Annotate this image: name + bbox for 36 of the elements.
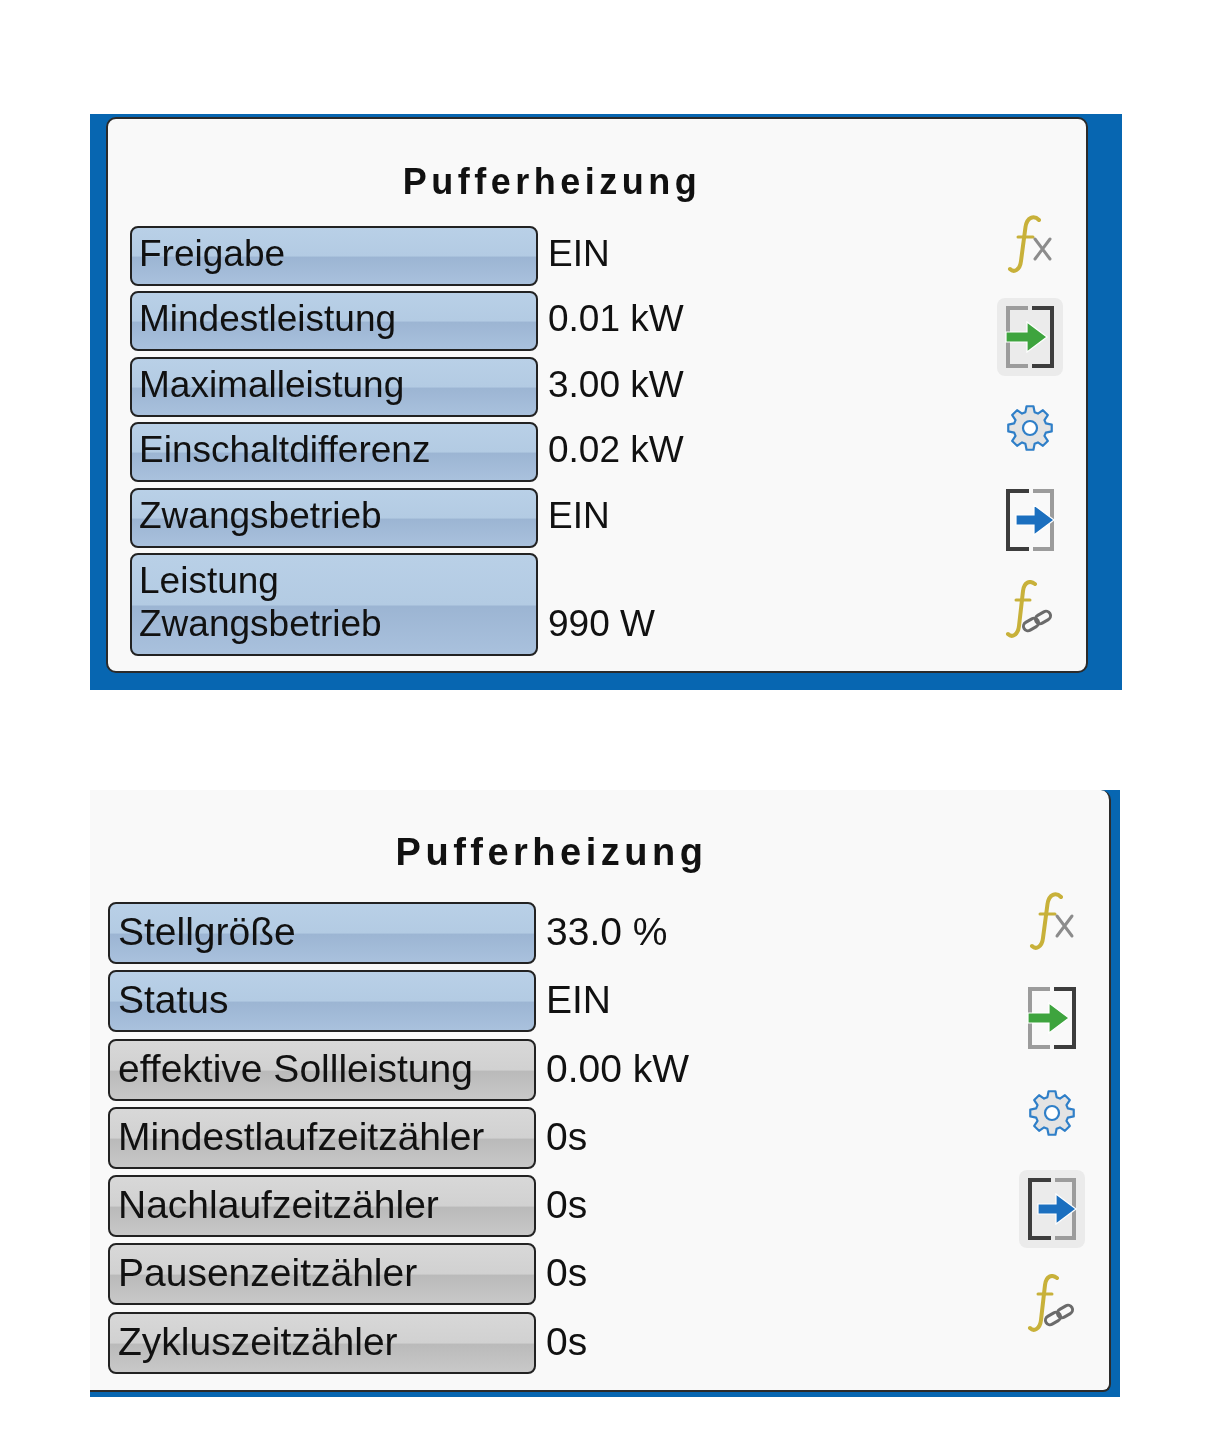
parameter-button[interactable]: Mindestleistung — [130, 291, 538, 352]
output-label: Zykluszeitzähler — [108, 1311, 536, 1374]
parameter-button[interactable]: Zwangsbetrieb — [130, 487, 538, 548]
parameter-value: EIN — [546, 977, 611, 1024]
arrow-out-of-box-icon[interactable] — [1019, 1170, 1085, 1249]
parameter-value: 0s — [546, 1318, 588, 1365]
parameter-value: EIN — [548, 493, 610, 538]
parameter-button[interactable]: Freigabe — [130, 226, 538, 286]
output-label: effektive Sollleistung — [108, 1038, 536, 1101]
arrow-into-box-icon[interactable] — [997, 297, 1063, 376]
settings-icon[interactable] — [1006, 404, 1054, 452]
output-label: Nachlaufzeitzähler — [108, 1175, 536, 1238]
parameter-button[interactable]: Status — [108, 970, 536, 1033]
parameter-value: 0.01 kW — [548, 297, 684, 342]
arrow-out-of-box-icon[interactable] — [1005, 487, 1055, 552]
parameter-value: EIN — [548, 232, 610, 276]
parameter-button[interactable]: Maximalleistung — [130, 356, 538, 417]
function-icon[interactable] — [1006, 215, 1054, 275]
parameter-value: 0s — [546, 1250, 588, 1297]
parameter-button[interactable]: Einschaltdifferenz — [130, 422, 538, 483]
output-label: Mindestlaufzeitzähler — [108, 1106, 536, 1169]
panel-title: Pufferheizung — [401, 160, 703, 204]
function-icon[interactable] — [1028, 891, 1076, 952]
parameter-value: 0s — [546, 1113, 588, 1160]
panel-title: Pufferheizung — [394, 829, 709, 875]
output-label: Pausenzeitzähler — [108, 1243, 536, 1306]
parameter-value: 990 W — [548, 601, 655, 646]
arrow-into-box-icon[interactable] — [1027, 985, 1077, 1050]
parameter-value: 0.00 kW — [546, 1045, 690, 1092]
parameter-value: 3.00 kW — [548, 362, 684, 407]
parameter-button[interactable]: Stellgröße — [108, 901, 536, 964]
parameter-value: 33.0 % — [546, 908, 668, 955]
parameter-value: 0.02 kW — [548, 428, 684, 473]
parameter-button[interactable]: Leistung Zwangsbetrieb — [130, 552, 538, 656]
parameter-value: 0s — [546, 1182, 588, 1229]
settings-icon[interactable] — [1028, 1089, 1076, 1138]
